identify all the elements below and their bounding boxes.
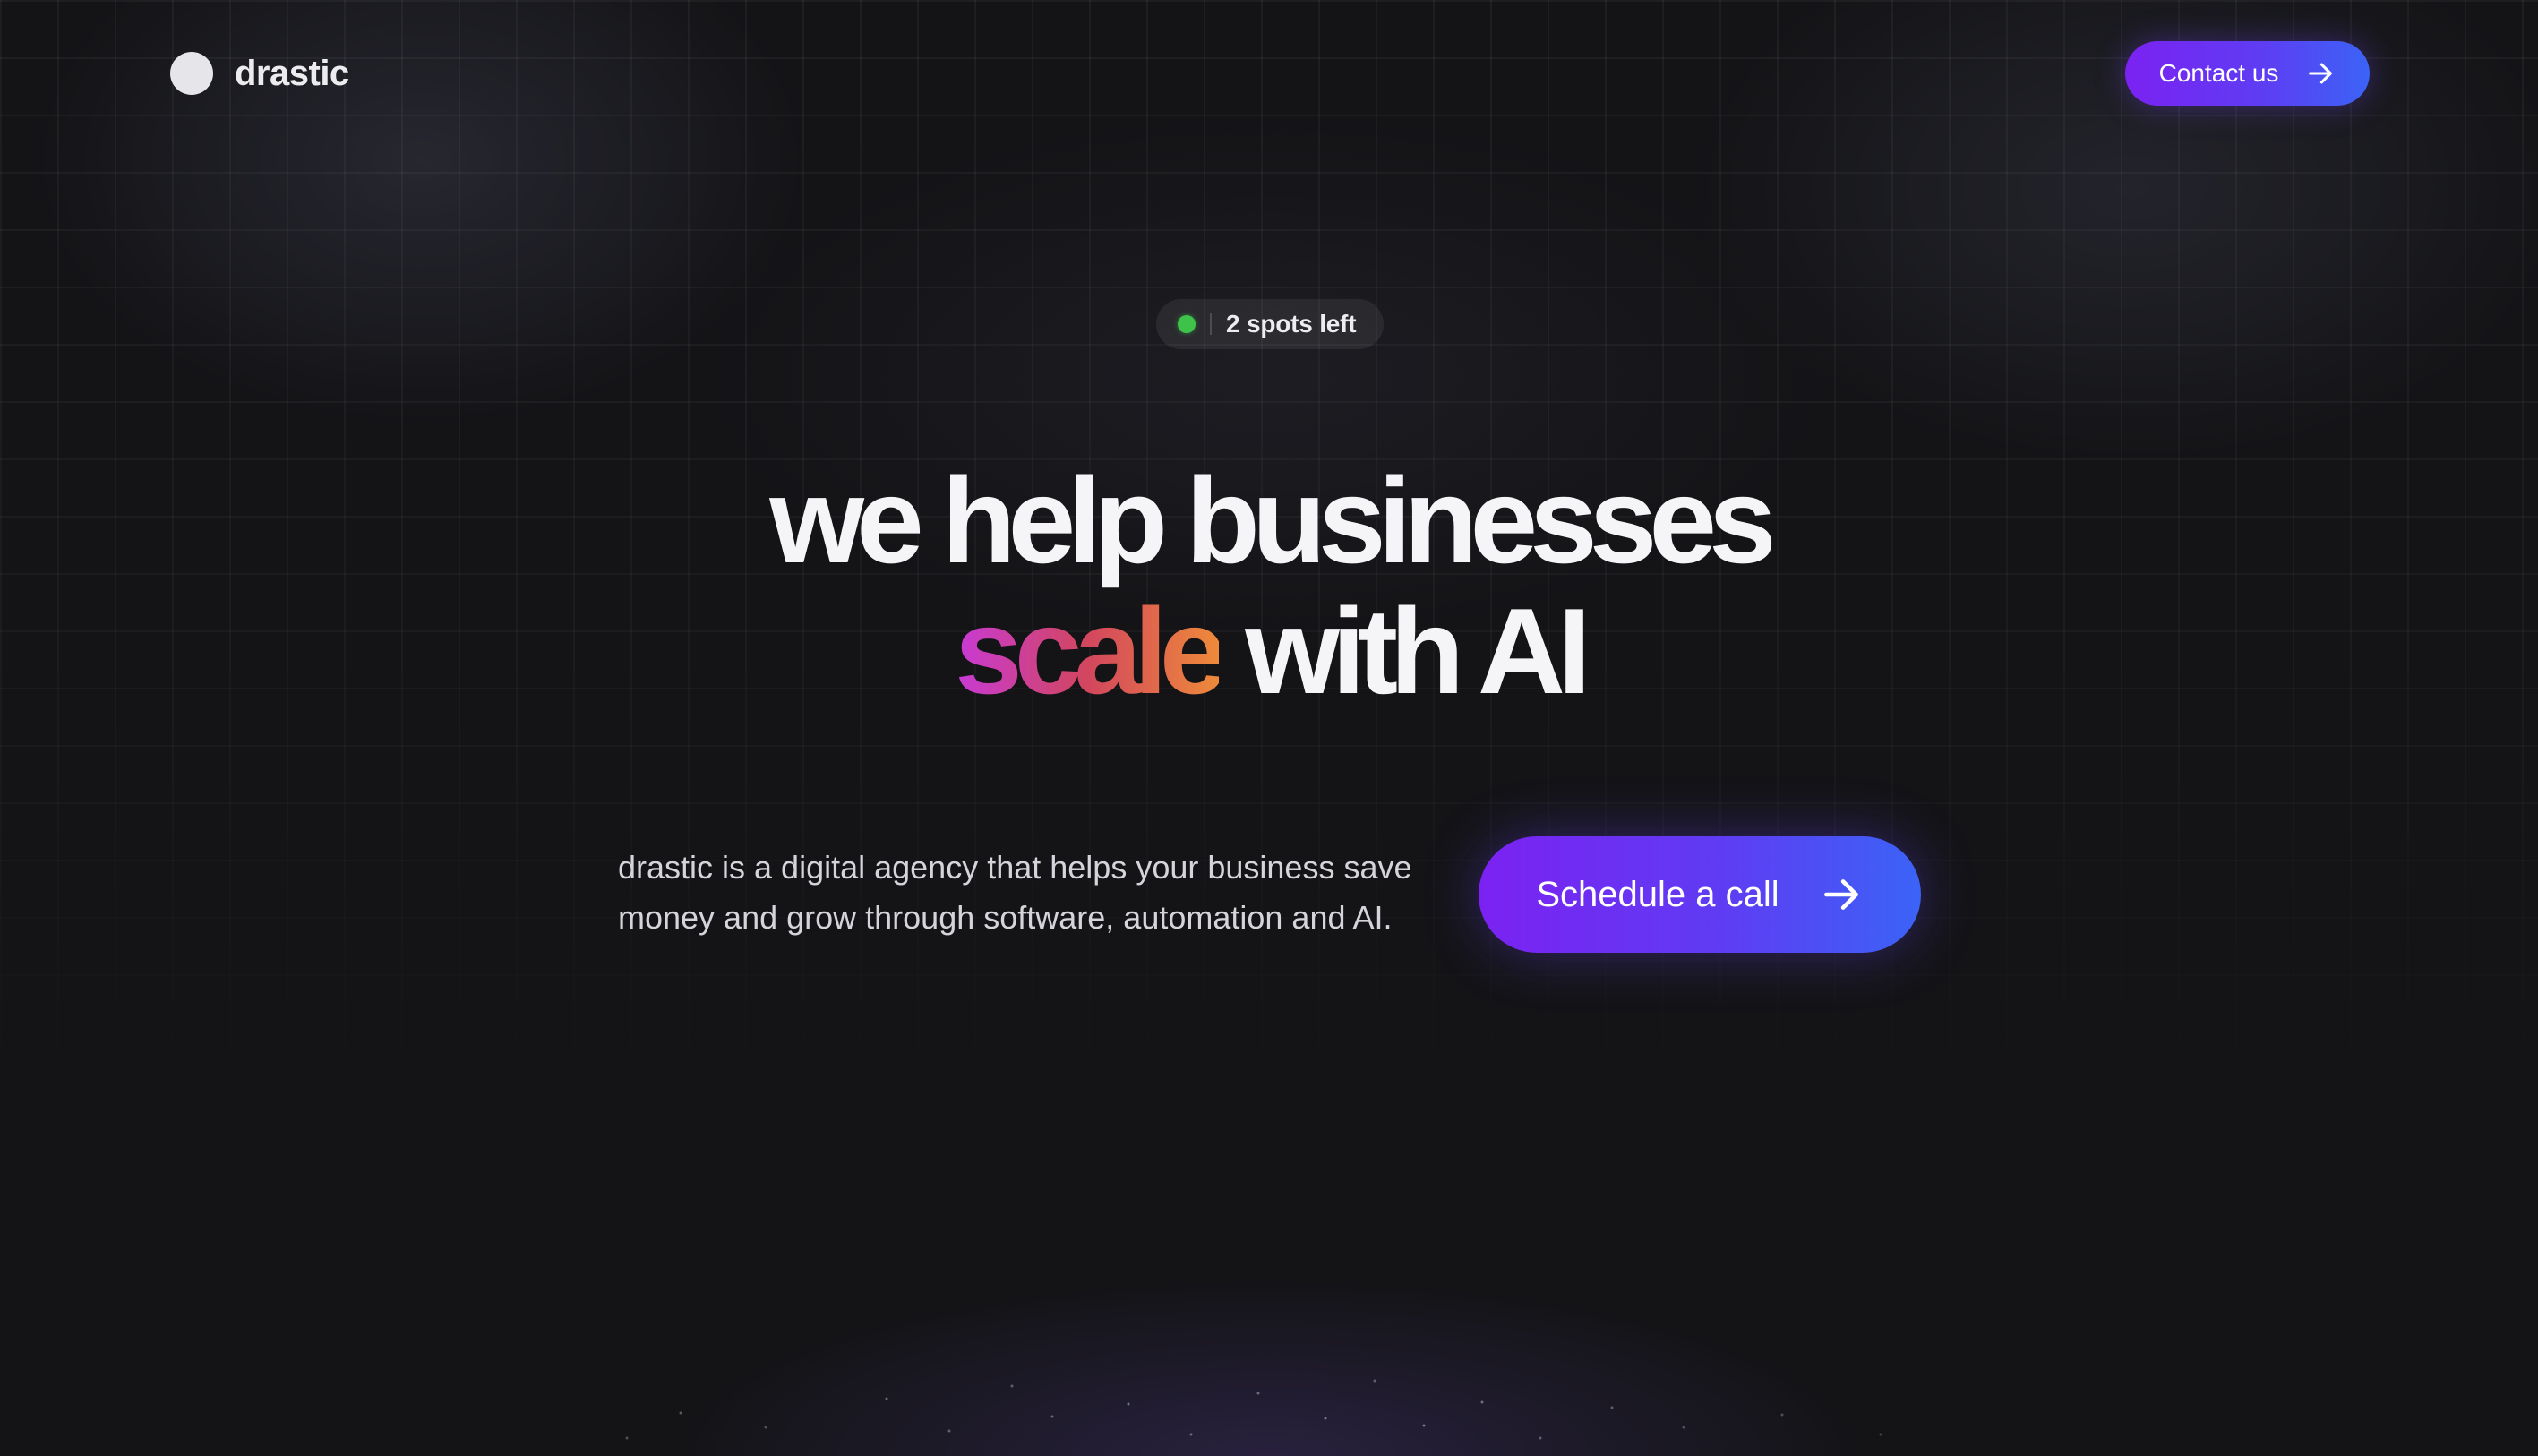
description-line-1: drastic is a digital agency that helps y… bbox=[618, 849, 1412, 886]
hero-line-2-rest: with AI bbox=[1245, 583, 1591, 719]
hero-line-1: we help businesses bbox=[769, 452, 1776, 588]
availability-badge: 2 spots left bbox=[1156, 299, 1384, 349]
availability-text: 2 spots left bbox=[1226, 310, 1357, 338]
status-dot-icon bbox=[1178, 315, 1196, 333]
logo[interactable]: drastic bbox=[170, 52, 349, 95]
logo-mark-icon bbox=[170, 52, 213, 95]
hero-highlight-word: scale bbox=[955, 583, 1227, 719]
logo-text: drastic bbox=[235, 53, 349, 93]
badge-divider bbox=[1210, 313, 1212, 335]
agency-description: drastic is a digital agency that helps y… bbox=[618, 843, 1478, 943]
schedule-call-label: Schedule a call bbox=[1536, 874, 1779, 914]
description-line-2: money and grow through software, automat… bbox=[618, 899, 1393, 936]
hero-headline: we help businesses scale with AI bbox=[0, 455, 2538, 716]
schedule-call-button[interactable]: Schedule a call bbox=[1479, 836, 1921, 953]
contact-us-button[interactable]: Contact us bbox=[2125, 41, 2370, 106]
arrow-right-icon bbox=[1823, 879, 1858, 910]
hero-line-2: scale with AI bbox=[0, 586, 2538, 716]
starfield-decoration bbox=[625, 1379, 1882, 1440]
contact-us-label: Contact us bbox=[2158, 59, 2279, 87]
arrow-right-icon bbox=[2309, 63, 2333, 84]
